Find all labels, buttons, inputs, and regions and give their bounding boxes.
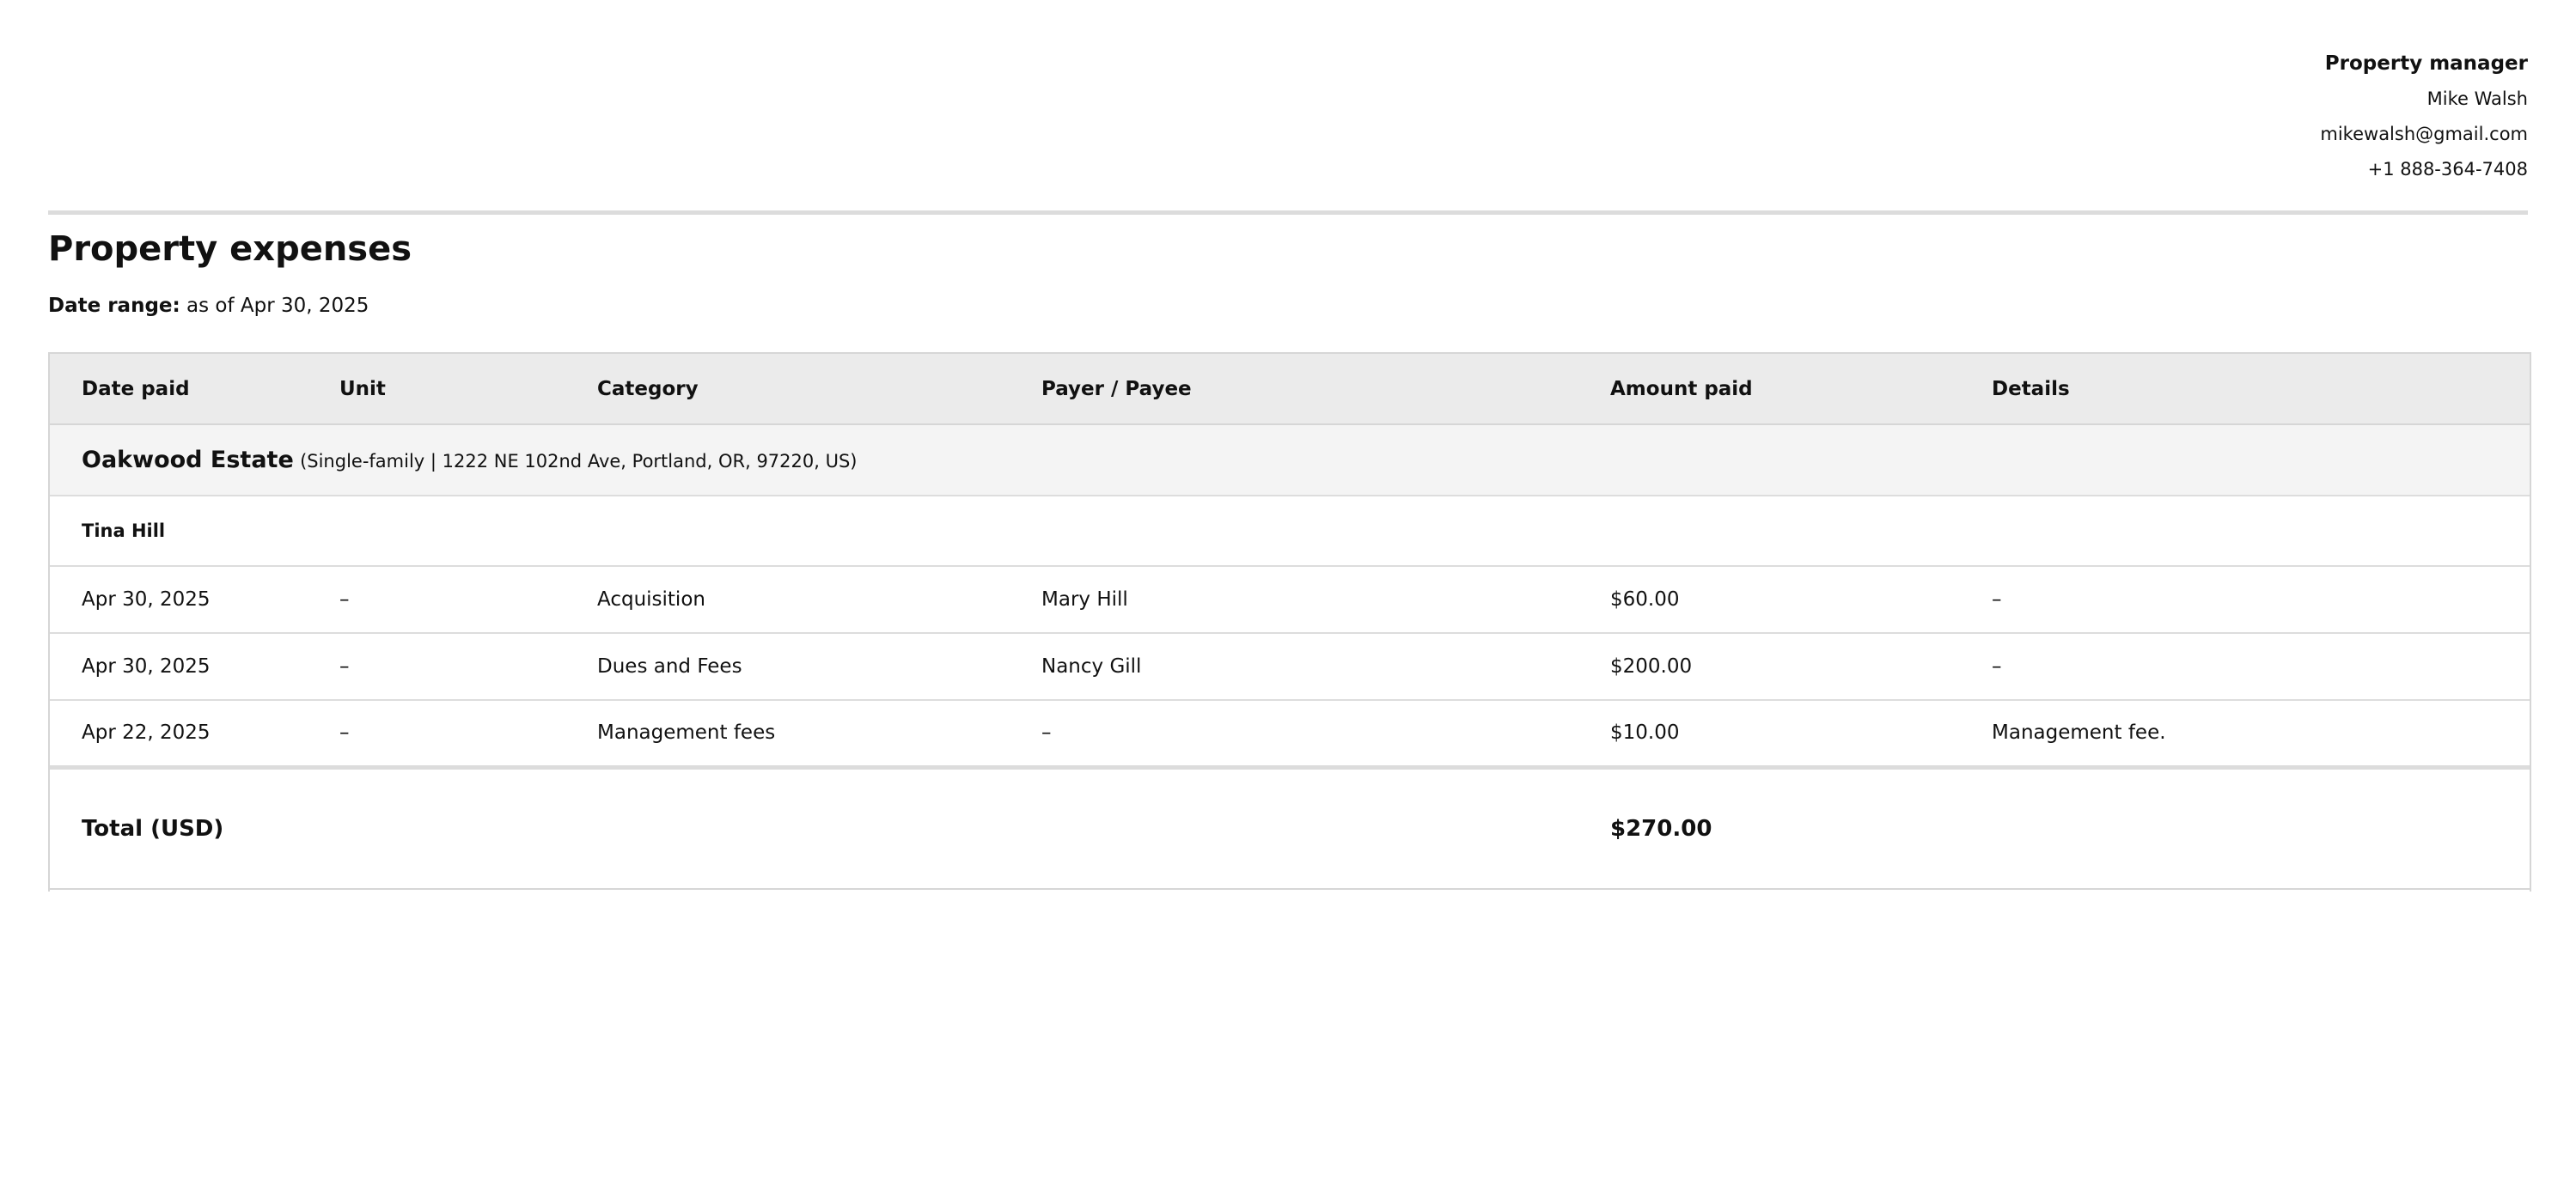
cell-category: Management fees	[597, 721, 776, 745]
property-manager-heading: Property manager	[2324, 52, 2528, 75]
tenant-group-row: Tina Hill	[48, 496, 2530, 566]
cell-payer-payee: Mary Hill	[1041, 588, 1128, 611]
property-group-row: Oakwood Estate (Single-family | 1222 NE …	[48, 424, 2530, 496]
header-divider	[48, 210, 2528, 215]
date-range: Date range: as of Apr 30, 2025	[48, 292, 369, 320]
cell-unit: –	[339, 588, 350, 611]
cell-date-paid: Apr 30, 2025	[82, 588, 211, 611]
cell-date-paid: Apr 30, 2025	[82, 655, 211, 678]
expenses-table: Date paid Unit Category Payer / Payee Am…	[48, 352, 2530, 890]
total-row: Total (USD) $270.00	[48, 767, 2530, 889]
property-manager-phone: +1 888-364-7408	[2367, 159, 2528, 180]
property-name: Oakwood Estate	[82, 447, 294, 473]
tenant-group-cell: Tina Hill	[48, 496, 2530, 566]
column-header-details: Details	[1958, 352, 2530, 425]
property-group-cell: Oakwood Estate (Single-family | 1222 NE …	[48, 424, 2530, 496]
table-row: Apr 30, 2025 – Dues and Fees Nancy Gill …	[48, 633, 2530, 700]
cell-details: –	[1992, 655, 2002, 678]
cell-category: Dues and Fees	[597, 655, 742, 678]
table-row: Apr 30, 2025 – Acquisition Mary Hill $60…	[48, 566, 2530, 633]
column-header-date-paid: Date paid	[48, 352, 306, 425]
cell-details: –	[1992, 588, 2002, 611]
cell-amount-paid: $200.00	[1610, 655, 1693, 678]
cell-unit: –	[339, 655, 350, 678]
column-header-category: Category	[564, 352, 1008, 425]
property-details: (Single-family | 1222 NE 102nd Ave, Port…	[300, 451, 858, 472]
cell-details: Management fee.	[1992, 721, 2166, 745]
cell-date-paid: Apr 22, 2025	[82, 721, 211, 745]
cell-category: Acquisition	[597, 588, 705, 611]
cell-payer-payee: –	[1041, 721, 1052, 745]
column-header-payer-payee: Payer / Payee	[1008, 352, 1577, 425]
column-header-amount-paid: Amount paid	[1577, 352, 1958, 425]
column-header-unit: Unit	[306, 352, 564, 425]
cell-amount-paid: $10.00	[1610, 721, 1680, 745]
date-range-label: Date range:	[48, 295, 180, 317]
table-header-row: Date paid Unit Category Payer / Payee Am…	[48, 352, 2530, 425]
cell-unit: –	[339, 721, 350, 745]
cell-amount-paid: $60.00	[1610, 588, 1680, 611]
report-title: Property expenses	[48, 229, 412, 269]
property-manager-block: Property manager Mike Walsh mikewalsh@gm…	[2320, 50, 2528, 192]
total-label: Total (USD)	[82, 815, 224, 842]
total-details-empty	[1958, 767, 2530, 889]
property-manager-name: Mike Walsh	[2426, 88, 2528, 109]
table-row: Apr 22, 2025 – Management fees – $10.00 …	[48, 700, 2530, 767]
cell-payer-payee: Nancy Gill	[1041, 655, 1142, 678]
date-range-value: as of Apr 30, 2025	[186, 295, 369, 317]
tenant-name: Tina Hill	[82, 520, 166, 541]
property-manager-email: mikewalsh@gmail.com	[2320, 124, 2528, 144]
total-amount: $270.00	[1610, 815, 1712, 842]
